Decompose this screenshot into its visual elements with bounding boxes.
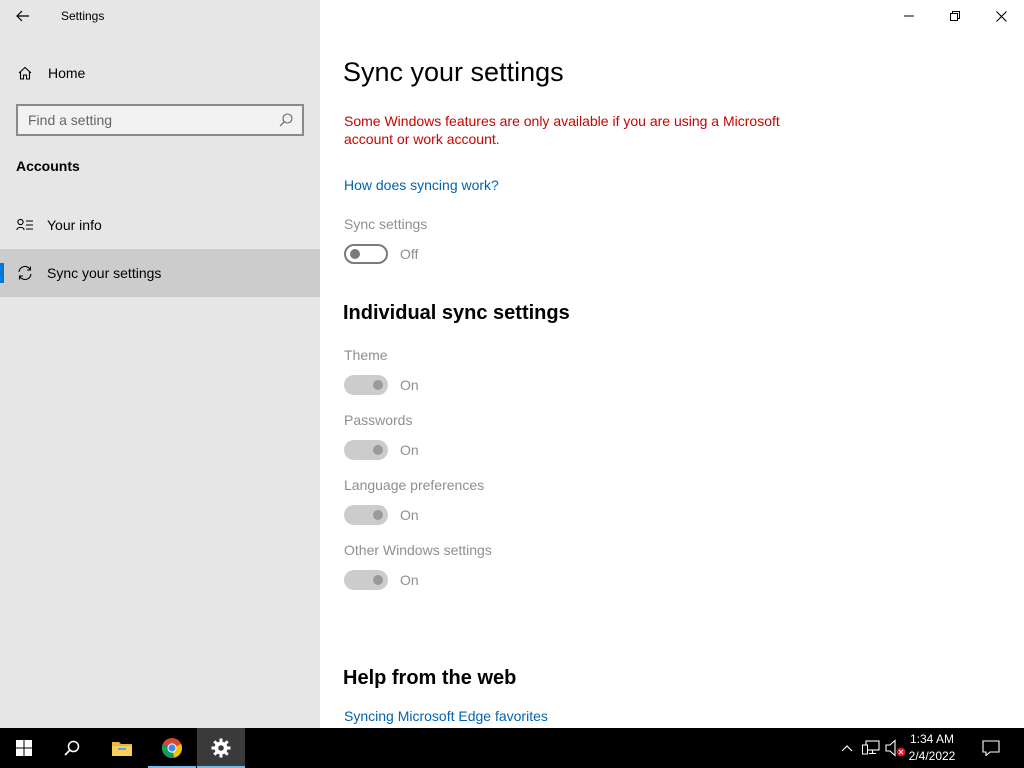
toggle-knob bbox=[373, 510, 383, 520]
back-arrow-icon bbox=[16, 10, 29, 22]
edge-favorites-link[interactable]: Syncing Microsoft Edge favorites bbox=[344, 708, 548, 724]
toggle-knob bbox=[373, 575, 383, 585]
toggle-state-label: On bbox=[400, 377, 419, 393]
passwords-label: Passwords bbox=[344, 412, 413, 428]
other-windows-settings-toggle bbox=[344, 570, 388, 590]
system-clock[interactable]: 1:34 AM 2/4/2022 bbox=[902, 731, 962, 765]
minimize-button[interactable] bbox=[886, 0, 932, 32]
language-preferences-toggle bbox=[344, 505, 388, 525]
individual-sync-heading: Individual sync settings bbox=[343, 302, 570, 324]
language-preferences-label: Language preferences bbox=[344, 477, 485, 493]
action-center-button[interactable] bbox=[968, 728, 1014, 768]
restore-button[interactable] bbox=[932, 0, 978, 32]
start-icon bbox=[16, 740, 32, 756]
theme-toggle bbox=[344, 375, 388, 395]
sidebar-item-label: Your info bbox=[47, 217, 102, 233]
sidebar-item-label: Sync your settings bbox=[47, 265, 162, 281]
search-icon bbox=[64, 740, 80, 756]
theme-toggle-row: On bbox=[344, 375, 419, 395]
restore-icon bbox=[950, 11, 960, 21]
toggle-knob bbox=[373, 380, 383, 390]
chrome-icon bbox=[161, 738, 183, 759]
passwords-toggle bbox=[344, 440, 388, 460]
settings-icon bbox=[211, 738, 231, 758]
nav-home[interactable]: Home bbox=[0, 58, 320, 88]
person-list-icon bbox=[15, 218, 35, 232]
home-icon bbox=[16, 65, 34, 81]
other-windows-settings-label: Other Windows settings bbox=[344, 542, 492, 558]
search-icon[interactable] bbox=[278, 112, 294, 133]
back-button[interactable] bbox=[8, 3, 38, 29]
sidebar: Settings Home Accounts Your info Sync yo… bbox=[0, 0, 320, 728]
chrome-button[interactable] bbox=[148, 728, 196, 768]
minimize-icon bbox=[904, 15, 914, 17]
close-icon bbox=[995, 10, 1007, 22]
file-explorer-icon bbox=[112, 742, 132, 756]
sync-settings-toggle[interactable] bbox=[344, 244, 388, 264]
app-title: Settings bbox=[61, 9, 105, 23]
sidebar-item-your-info[interactable]: Your info bbox=[0, 201, 320, 249]
clock-time: 1:34 AM bbox=[909, 732, 955, 746]
theme-label: Theme bbox=[344, 347, 388, 363]
settings-app-button[interactable] bbox=[197, 728, 245, 768]
close-button[interactable] bbox=[978, 0, 1024, 32]
chevron-up-icon bbox=[841, 745, 853, 752]
page-title: Sync your settings bbox=[343, 57, 564, 87]
sync-settings-toggle-row[interactable]: Off bbox=[344, 244, 418, 264]
clock-date: 2/4/2022 bbox=[908, 749, 956, 763]
search-box[interactable] bbox=[16, 104, 304, 136]
language-preferences-toggle-row: On bbox=[344, 505, 419, 525]
toggle-knob bbox=[350, 249, 360, 259]
other-windows-settings-toggle-row: On bbox=[344, 570, 419, 590]
nav-home-label: Home bbox=[48, 65, 86, 81]
passwords-toggle-row: On bbox=[344, 440, 419, 460]
sync-settings-label: Sync settings bbox=[344, 216, 428, 232]
title-bar: Settings bbox=[0, 0, 320, 32]
notification-icon bbox=[982, 740, 1000, 756]
section-label-accounts: Accounts bbox=[16, 158, 80, 174]
toggle-state-label: On bbox=[400, 507, 419, 523]
help-from-web-heading: Help from the web bbox=[343, 667, 517, 689]
how-syncing-works-link[interactable]: How does syncing work? bbox=[344, 177, 499, 193]
taskbar-search-button[interactable] bbox=[48, 728, 96, 768]
toggle-knob bbox=[373, 445, 383, 455]
toggle-state-label: Off bbox=[400, 246, 419, 262]
sidebar-item-sync-your-settings[interactable]: Sync your settings bbox=[0, 249, 320, 297]
toggle-state-label: On bbox=[400, 572, 419, 588]
sync-icon bbox=[15, 264, 35, 282]
network-tray-button[interactable] bbox=[860, 728, 882, 768]
taskbar: 1:34 AM 2/4/2022 bbox=[0, 728, 1024, 768]
toggle-state-label: On bbox=[400, 442, 419, 458]
show-hidden-icons-button[interactable] bbox=[838, 728, 856, 768]
search-input[interactable] bbox=[18, 106, 268, 134]
account-warning: Some Windows features are only available… bbox=[344, 113, 780, 147]
network-icon bbox=[862, 740, 880, 755]
start-button[interactable] bbox=[0, 728, 48, 768]
file-explorer-button[interactable] bbox=[98, 728, 146, 768]
